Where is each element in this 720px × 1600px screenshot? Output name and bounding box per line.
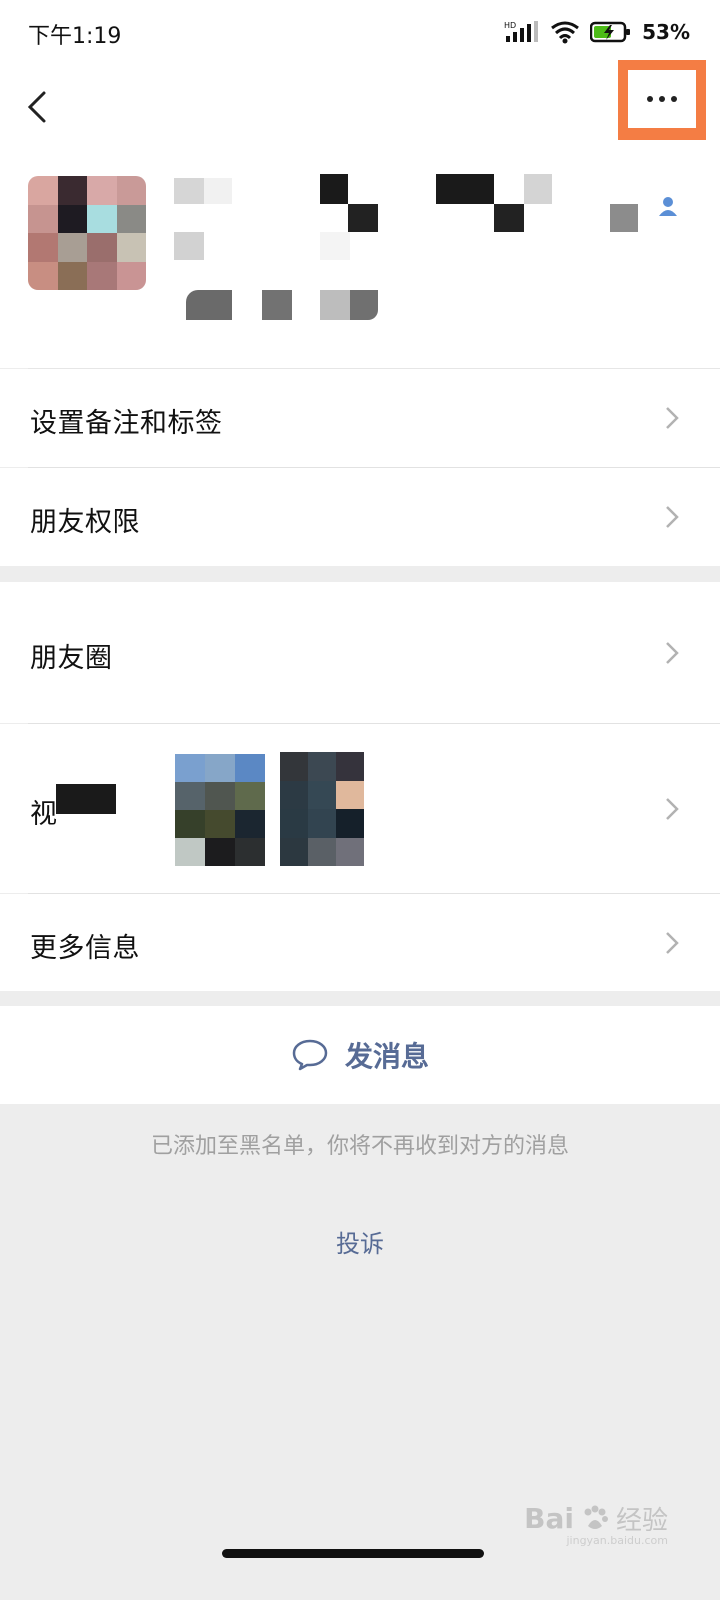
- redacted-block: [350, 290, 378, 320]
- status-time: 下午1:19: [28, 24, 122, 49]
- nav-bar: [0, 64, 720, 146]
- more-button[interactable]: [628, 70, 696, 128]
- redacted-id: [186, 290, 232, 320]
- status-icons: HD 53%: [504, 18, 690, 46]
- redacted-block: [320, 232, 350, 260]
- avatar[interactable]: [28, 176, 146, 290]
- redacted-name: [174, 178, 204, 204]
- redacted-block: [524, 174, 552, 204]
- watermark-url: jingyan.baidu.com: [566, 1534, 668, 1547]
- chevron-right-icon: [666, 932, 679, 954]
- channels-label: 视: [30, 799, 58, 830]
- more-info-row[interactable]: 更多信息: [0, 894, 720, 991]
- chevron-right-icon: [666, 798, 679, 820]
- svg-text:HD: HD: [504, 21, 516, 30]
- more-dots-icon: [647, 96, 653, 102]
- watermark-suffix: 经验: [615, 1506, 668, 1536]
- remark-tags-label: 设置备注和标签: [30, 408, 223, 439]
- chevron-right-icon: [666, 506, 679, 528]
- send-message-label: 发消息: [344, 1040, 429, 1073]
- redacted-block: [610, 204, 638, 232]
- status-bar: 下午1:19 HD 53%: [0, 0, 720, 64]
- channel-thumbnail[interactable]: [175, 754, 265, 866]
- watermark-brand: Bai: [524, 1502, 574, 1535]
- channel-thumbnail[interactable]: [280, 752, 364, 866]
- person-icon: [659, 197, 677, 216]
- profile-header: [0, 146, 720, 368]
- chevron-right-icon: [666, 642, 679, 664]
- more-button-highlight: [618, 60, 706, 140]
- battery-icon: [590, 21, 631, 43]
- redacted-block: [174, 232, 204, 260]
- signal-icon: HD: [504, 21, 539, 42]
- wifi-icon: [551, 21, 580, 44]
- moments-label: 朋友圈: [30, 643, 113, 674]
- send-message-button[interactable]: 发消息: [0, 1006, 720, 1104]
- permissions-row[interactable]: 朋友权限: [0, 468, 720, 566]
- more-dot: [659, 96, 665, 102]
- home-indicator[interactable]: [222, 1549, 484, 1558]
- more-dot: [671, 96, 677, 102]
- chevron-left-icon[interactable]: [22, 89, 52, 125]
- channels-row[interactable]: 视: [0, 724, 720, 893]
- redacted-block: [262, 290, 292, 320]
- permissions-label: 朋友权限: [30, 507, 140, 538]
- chat-bubble-icon: [292, 1039, 328, 1071]
- paw-icon: [584, 1505, 608, 1529]
- moments-row[interactable]: 朋友圈: [0, 582, 720, 723]
- redacted-block: [204, 178, 232, 204]
- redacted-channel-name: [56, 784, 116, 814]
- more-info-label: 更多信息: [30, 933, 140, 964]
- redacted-block: [494, 204, 524, 232]
- redacted-block: [320, 174, 348, 204]
- remark-tags-row[interactable]: 设置备注和标签: [0, 369, 720, 467]
- redacted-block: [320, 290, 350, 320]
- chevron-right-icon: [666, 407, 679, 429]
- baidu-watermark: Bai 经验 jingyan.baidu.com: [524, 1500, 668, 1547]
- redacted-block: [436, 174, 494, 204]
- complain-link[interactable]: 投诉: [0, 1224, 720, 1259]
- blocked-notice: 已添加至黑名单，你将不再收到对方的消息: [150, 1134, 569, 1159]
- battery-percent: 53%: [642, 20, 690, 44]
- redacted-block: [348, 204, 378, 232]
